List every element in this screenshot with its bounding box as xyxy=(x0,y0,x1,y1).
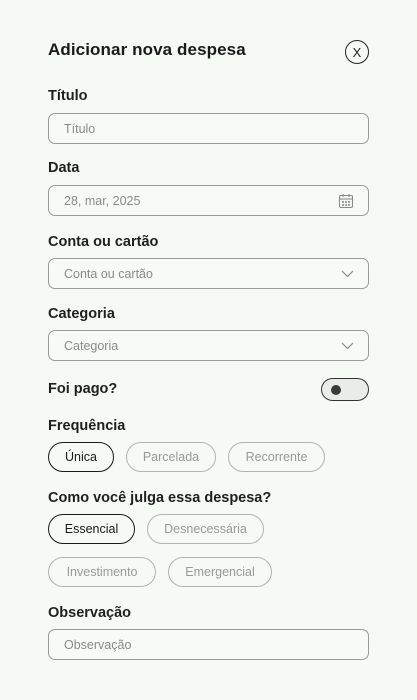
close-button[interactable]: X xyxy=(345,40,369,64)
pago-label: Foi pago? xyxy=(48,381,118,397)
frequencia-option-unica[interactable]: Única xyxy=(48,442,114,472)
julgamento-option-desnecessaria[interactable]: Desnecessária xyxy=(147,514,264,544)
julgamento-option-essencial[interactable]: Essencial xyxy=(48,514,135,544)
pago-toggle[interactable] xyxy=(321,378,369,401)
chevron-down-icon xyxy=(341,270,354,278)
calendar-icon[interactable] xyxy=(338,193,354,209)
titulo-label: Título xyxy=(48,88,88,104)
titulo-input[interactable]: Título xyxy=(48,113,369,144)
julgamento-option-emergencial[interactable]: Emergencial xyxy=(168,557,272,587)
chevron-down-icon xyxy=(341,342,354,350)
observacao-placeholder: Observação xyxy=(64,637,132,652)
frequencia-option-recorrente[interactable]: Recorrente xyxy=(228,442,325,472)
close-icon: X xyxy=(352,44,362,60)
observacao-label: Observação xyxy=(48,605,132,621)
frequencia-option-parcelada[interactable]: Parcelada xyxy=(126,442,216,472)
conta-placeholder: Conta ou cartão xyxy=(64,266,153,281)
data-label: Data xyxy=(48,160,80,176)
date-input[interactable]: 28, mar, 2025 xyxy=(48,185,369,216)
categoria-label: Categoria xyxy=(48,306,115,322)
categoria-select[interactable]: Categoria xyxy=(48,330,369,361)
julgamento-option-investimento[interactable]: Investimento xyxy=(48,557,156,587)
titulo-placeholder: Título xyxy=(64,121,96,136)
conta-select[interactable]: Conta ou cartão xyxy=(48,258,369,289)
categoria-placeholder: Categoria xyxy=(64,338,119,353)
conta-label: Conta ou cartão xyxy=(48,234,159,250)
observacao-input[interactable]: Observação xyxy=(48,629,369,660)
date-value: 28, mar, 2025 xyxy=(64,193,141,208)
frequencia-label: Frequência xyxy=(48,418,126,434)
toggle-knob xyxy=(331,384,341,395)
dialog-title: Adicionar nova despesa xyxy=(48,40,246,59)
julgamento-label: Como você julga essa despesa? xyxy=(48,490,272,506)
